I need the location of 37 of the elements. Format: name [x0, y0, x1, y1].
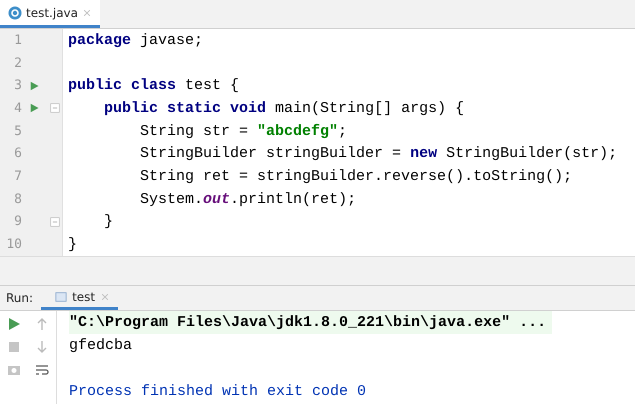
code-line: }: [103, 213, 114, 230]
soft-wrap-icon[interactable]: [35, 363, 49, 377]
code-line: System.out.println(ret);: [139, 190, 356, 208]
line-number: 5: [13, 124, 22, 139]
fold-icon[interactable]: [50, 216, 60, 227]
run-label: Run:: [5, 291, 34, 305]
code-line: package javase;: [68, 32, 204, 49]
close-icon[interactable]: [82, 8, 92, 18]
class-file-icon: [8, 6, 22, 20]
console-icon: [55, 290, 68, 302]
down-arrow-icon[interactable]: [35, 340, 49, 354]
camera-icon[interactable]: [7, 363, 21, 377]
line-number: 4: [13, 100, 22, 116]
editor-tab[interactable]: test.java: [0, 0, 100, 28]
run-icon[interactable]: [30, 102, 40, 114]
code-line: }: [68, 236, 78, 254]
line-number: 8: [13, 192, 22, 207]
line-number: 7: [13, 168, 22, 184]
run-icon[interactable]: [7, 317, 21, 331]
console-line: gfedcba: [69, 336, 134, 356]
line-number: 1: [13, 32, 22, 48]
code-line: StringBuilder stringBuilder = new StringBuilder(str);: [139, 145, 618, 162]
code-line: String str = "abcdefg";: [139, 122, 348, 140]
line-number: 9: [13, 214, 22, 230]
code-line: public class test {: [68, 77, 240, 94]
run-icon[interactable]: [30, 80, 40, 92]
fold-icon[interactable]: [50, 103, 60, 114]
code-line: String ret = stringBuilder.reverse().toString();: [139, 168, 572, 185]
close-icon[interactable]: [100, 292, 110, 302]
code-line: public static void main(String[] args) {: [103, 100, 464, 117]
stop-icon[interactable]: [7, 340, 21, 354]
line-number: 2: [13, 56, 22, 71]
line-number: 6: [13, 146, 22, 162]
line-number: 10: [5, 237, 22, 252]
console-line: Process finished with exit code 0: [69, 382, 368, 402]
line-number: 3: [13, 78, 22, 94]
up-arrow-icon[interactable]: [35, 317, 49, 331]
